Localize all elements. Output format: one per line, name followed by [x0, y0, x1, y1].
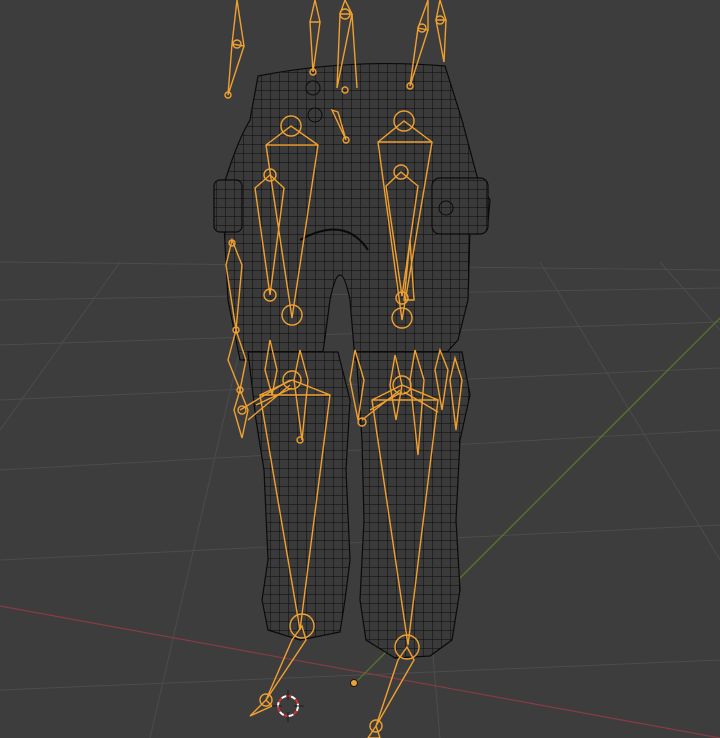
x-axis-line: [0, 605, 720, 738]
3d-cursor-icon[interactable]: [272, 690, 304, 722]
left-hip-pocket: [213, 179, 243, 233]
3d-viewport[interactable]: [0, 0, 720, 738]
pants-wireframe-mesh[interactable]: [213, 62, 491, 659]
viewport-canvas[interactable]: [0, 0, 720, 738]
object-origin-icon[interactable]: [350, 679, 358, 687]
bone[interactable]: [309, 0, 321, 73]
right-hip-pocket: [431, 177, 489, 235]
bone[interactable]: [435, 0, 447, 63]
